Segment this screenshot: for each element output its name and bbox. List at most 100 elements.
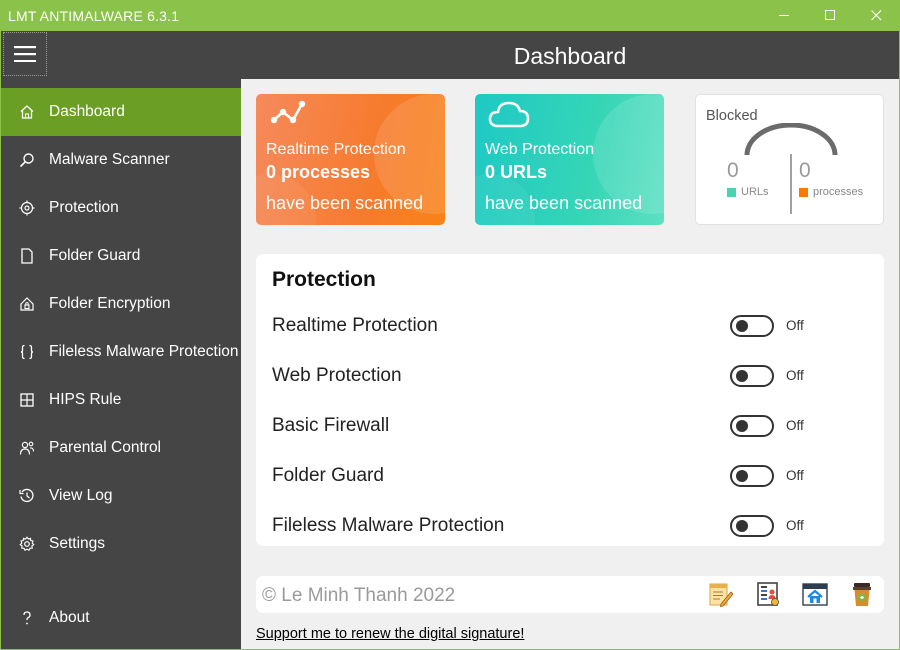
protection-row-folder-guard: Folder Guard Off [272, 465, 868, 495]
blocked-card: Blocked 0 0 URLs processes [695, 94, 884, 225]
sidebar-item-label: Parental Control [49, 439, 162, 456]
sidebar-item-label: HIPS Rule [49, 391, 122, 408]
toggle-state: Off [786, 318, 804, 333]
sidebar-item-label: View Log [49, 487, 113, 504]
notepad-icon[interactable] [706, 580, 734, 608]
radar-icon [17, 198, 37, 218]
basic-firewall-toggle[interactable] [730, 415, 774, 437]
sidebar-item-label: Malware Scanner [49, 151, 170, 168]
card-caption: have been scanned [266, 193, 424, 213]
legend-swatch-urls [727, 187, 736, 197]
sidebar-item-label: About [49, 609, 90, 626]
legend-processes: processes [799, 186, 863, 198]
window-title: LMT ANTIMALWARE 6.3.1 [8, 8, 180, 24]
protection-label: Web Protection [272, 365, 402, 386]
braces-icon [17, 342, 37, 362]
sidebar-item-settings[interactable]: Settings [1, 520, 241, 568]
sidebar-item-label: Folder Encryption [49, 295, 171, 312]
toggle-knob [736, 420, 748, 432]
sidebar-item-view-log[interactable]: View Log [1, 472, 241, 520]
history-icon [17, 486, 37, 506]
sidebar-item-dashboard[interactable]: Dashboard [1, 88, 241, 136]
lock-folder-icon [17, 294, 37, 314]
toggle-state: Off [786, 468, 804, 483]
cloud-icon [488, 101, 530, 128]
network-nodes-icon [270, 100, 306, 124]
legend-label-processes: processes [813, 186, 864, 198]
sidebar-item-label: Fileless Malware Protection [49, 343, 239, 360]
blocked-processes-count: 0 [799, 159, 811, 182]
realtime-protection-toggle[interactable] [730, 315, 774, 337]
sidebar: Dashboard Malware Scanner Protection Fol… [1, 79, 241, 649]
sidebar-item-parental-control[interactable]: Parental Control [1, 424, 241, 472]
gear-icon [17, 534, 37, 554]
people-icon [17, 438, 37, 458]
protection-row-firewall: Basic Firewall Off [272, 415, 868, 445]
protection-label: Realtime Protection [272, 315, 438, 336]
grid-icon [17, 390, 37, 410]
web-protection-toggle[interactable] [730, 365, 774, 387]
protection-row-web: Web Protection Off [272, 365, 868, 395]
sidebar-item-fileless-malware-protection[interactable]: Fileless Malware Protection [1, 328, 241, 376]
legend-swatch-processes [799, 187, 808, 197]
protection-row-realtime: Realtime Protection Off [272, 315, 868, 345]
protection-panel: Protection Realtime Protection Off Web P… [256, 254, 884, 546]
toggle-knob [736, 370, 748, 382]
blocked-title: Blocked [706, 108, 758, 124]
toggle-state: Off [786, 418, 804, 433]
sidebar-item-protection[interactable]: Protection [1, 184, 241, 232]
hamburger-menu-button[interactable] [3, 32, 47, 76]
sidebar-item-label: Settings [49, 535, 106, 552]
toggle-knob [736, 520, 748, 532]
title-bar: LMT ANTIMALWARE 6.3.1 [1, 0, 899, 31]
minimize-icon [778, 15, 789, 16]
protection-label: Basic Firewall [272, 415, 390, 436]
sidebar-item-label: Protection [49, 199, 119, 216]
sidebar-item-hips-rule[interactable]: HIPS Rule [1, 376, 241, 424]
protection-label: Folder Guard [272, 465, 384, 486]
question-icon [17, 608, 37, 628]
close-button[interactable] [853, 0, 899, 31]
copyright-text: © Le Minh Thanh 2022 [262, 585, 456, 606]
coffee-cup-icon[interactable] [848, 580, 876, 608]
main-content: Realtime Protection 0 processes have bee… [241, 79, 899, 649]
page-title: Dashboard [513, 43, 627, 69]
folder-guard-toggle[interactable] [730, 465, 774, 487]
close-icon [870, 10, 881, 21]
protection-row-fileless: Fileless Malware Protection Off [272, 515, 868, 545]
hamburger-menu-icon [14, 46, 36, 62]
sidebar-item-folder-encryption[interactable]: Folder Encryption [1, 280, 241, 328]
card-count: 0 processes [266, 162, 371, 182]
maximize-button[interactable] [807, 0, 853, 31]
legend-label-urls: URLs [741, 186, 769, 198]
blocked-divider [790, 154, 792, 214]
sidebar-item-malware-scanner[interactable]: Malware Scanner [1, 136, 241, 184]
minimize-button[interactable] [761, 0, 807, 31]
app-window: LMT ANTIMALWARE 6.3.1 Dashboard Dashboar [1, 0, 899, 649]
card-title: Web Protection [485, 141, 595, 158]
card-count: 0 URLs [485, 162, 548, 182]
sidebar-item-about[interactable]: About [1, 594, 241, 642]
fileless-malware-protection-toggle[interactable] [730, 515, 774, 537]
realtime-protection-card[interactable]: Realtime Protection 0 processes have bee… [256, 94, 445, 225]
toggle-knob [736, 320, 748, 332]
home-icon [17, 102, 37, 122]
card-caption: have been scanned [485, 193, 643, 213]
search-icon [17, 150, 37, 170]
protection-title: Protection [272, 268, 376, 291]
footer-bar: © Le Minh Thanh 2022 [256, 576, 884, 613]
web-protection-card[interactable]: Web Protection 0 URLs have been scanned [475, 94, 664, 225]
toggle-knob [736, 470, 748, 482]
toggle-state: Off [786, 368, 804, 383]
support-link[interactable]: Support me to renew the digital signatur… [256, 626, 524, 642]
sidebar-item-folder-guard[interactable]: Folder Guard [1, 232, 241, 280]
legend-urls: URLs [727, 186, 769, 198]
document-icon [17, 246, 37, 266]
toggle-state: Off [786, 518, 804, 533]
card-title: Realtime Protection [266, 141, 406, 158]
protection-label: Fileless Malware Protection [272, 515, 505, 536]
contact-card-icon[interactable] [754, 580, 782, 608]
home-window-icon[interactable] [801, 580, 829, 608]
maximize-icon [824, 10, 835, 20]
blocked-urls-count: 0 [727, 159, 739, 182]
